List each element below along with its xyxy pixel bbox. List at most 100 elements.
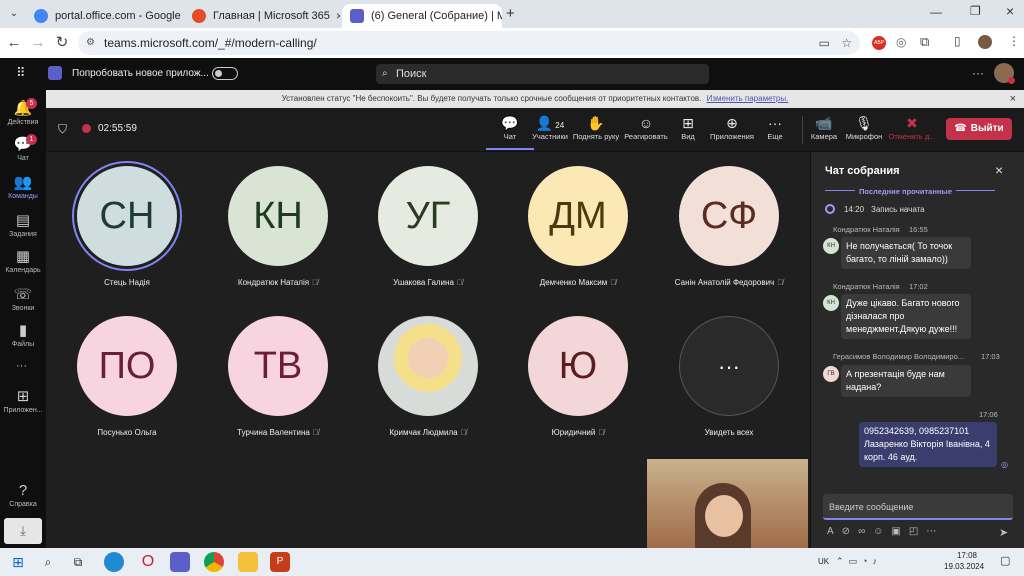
leave-button[interactable]: ☎ Выйти — [946, 118, 1012, 140]
share-button[interactable]: ✖ Отменить д... — [888, 114, 936, 141]
rail-item-files[interactable]: ▮ Файлы — [0, 318, 46, 354]
download-app-icon[interactable]: ⤓ — [4, 518, 42, 544]
app-launcher-icon[interactable]: ⠿ — [16, 65, 26, 81]
chat-message[interactable]: Дуже цікаво. Багато нового дізналася про… — [841, 294, 971, 339]
more-button[interactable]: ··· Еще — [751, 114, 799, 141]
windows-taskbar: ⊞ ⌕ ⧉ O P ⌃▭◔♪ UK 17:08 19.03.2024 ▢ — [0, 548, 1024, 576]
sidebar-icon[interactable]: ▯ — [954, 34, 961, 48]
participant-tile[interactable]: ТВ Турчина Валентина 🎙̸ — [203, 302, 353, 447]
avatar: КН — [228, 166, 328, 266]
participants-button[interactable]: 👤 24 Участники — [526, 114, 574, 141]
search-icon[interactable]: ⌕ — [38, 552, 58, 572]
maximize-button[interactable]: ❐ — [970, 4, 981, 18]
notification-badge: 1 — [26, 134, 37, 145]
rail-item-assignments[interactable]: ▤ Задания — [0, 208, 46, 244]
rail-more-icon[interactable]: ··· — [16, 360, 27, 372]
clock-date[interactable]: 19.03.2024 — [944, 562, 984, 571]
react-button[interactable]: ☺ Реагировать — [622, 114, 670, 141]
gif-icon[interactable]: ▣ — [891, 526, 908, 537]
input-language[interactable]: UK — [818, 557, 829, 566]
rail-item-help[interactable]: ? Справка — [0, 478, 46, 514]
hand-icon: ✋ — [587, 115, 605, 131]
forward-icon[interactable]: → — [28, 33, 48, 53]
mic-muted-icon: 🎙̸ — [456, 278, 463, 287]
minimize-button[interactable]: — — [930, 5, 942, 19]
url-field[interactable]: ⚙ teams.microsoft.com/_#/modern-calling/… — [78, 31, 860, 55]
file-explorer-icon[interactable] — [238, 552, 258, 572]
emoji-icon[interactable]: ☺ — [873, 526, 891, 537]
browser-tab-1[interactable]: portal.office.com - Google Sear × — [26, 4, 182, 28]
tab-search-button[interactable]: ⌄ — [6, 6, 22, 22]
clock-time[interactable]: 17:08 — [952, 551, 982, 560]
back-icon[interactable]: ← — [4, 33, 24, 53]
task-view-icon[interactable]: ⧉ — [68, 552, 88, 572]
loop-icon[interactable]: ∞ — [858, 526, 873, 537]
sticker-icon[interactable]: ◰ — [909, 526, 926, 537]
mic-muted-icon: 🎙̸ — [312, 278, 319, 287]
mic-button[interactable]: 🎙 Микрофон — [840, 114, 888, 141]
mic-muted-icon: 🎙̸ — [598, 428, 605, 437]
bookmark-star-icon[interactable]: ☆ — [841, 31, 852, 55]
search-input[interactable]: ⌕ Поиск — [376, 64, 709, 84]
try-new-teams-toggle[interactable] — [212, 67, 238, 80]
opera-icon[interactable]: O — [138, 552, 158, 572]
participant-tile[interactable]: СФ Санін Анатолій Федорович 🎙̸ — [654, 152, 804, 297]
attach-icon[interactable]: ⊘ — [842, 526, 858, 537]
extension-icon[interactable]: ◎ — [896, 35, 906, 49]
close-chat-icon[interactable]: × — [995, 162, 1003, 178]
rail-item-calendar[interactable]: ▦ Календарь — [0, 244, 46, 280]
edge-icon[interactable] — [104, 552, 124, 572]
windows-start-icon[interactable]: ⊞ — [8, 552, 28, 572]
compose-placeholder: Введите сообщение — [829, 502, 914, 512]
own-chat-message[interactable]: 0952342639, 0985237101 Лазаренко Вікторі… — [859, 422, 997, 467]
format-icon[interactable]: A — [827, 526, 842, 537]
participant-tile[interactable]: ПО Посунько Ольга — [52, 302, 202, 447]
participant-tile[interactable]: КН Кондратюк Наталія 🎙̸ — [203, 152, 353, 297]
more-compose-icon[interactable]: ⋯ — [926, 526, 944, 537]
rail-item-phone[interactable]: ☏ Звонки — [0, 282, 46, 318]
rail-item-teams[interactable]: 👥 Команды — [0, 170, 46, 206]
system-tray-icons[interactable]: ⌃▭◔♪ — [836, 556, 882, 567]
browser-menu-icon[interactable]: ⋮ — [1008, 34, 1020, 48]
profile-avatar[interactable] — [978, 35, 992, 49]
chat-message[interactable]: А презентація буде нам надана? — [841, 365, 971, 397]
compose-box[interactable]: Введите сообщение — [823, 494, 1013, 520]
chrome-icon[interactable] — [204, 552, 224, 572]
browser-address-bar: ← → ↻ ⚙ teams.microsoft.com/_#/modern-ca… — [0, 28, 1024, 58]
participant-name-text: Увидеть всех — [704, 428, 754, 437]
adblock-icon[interactable]: ABP — [872, 36, 886, 50]
close-window-button[interactable]: × — [1006, 3, 1014, 19]
participant-tile[interactable]: УГ Ушакова Галина 🎙̸ — [353, 152, 503, 297]
message-author: Кондратюк Наталія — [833, 282, 900, 291]
apps-button[interactable]: ⊕ Приложения — [708, 114, 756, 141]
view-button[interactable]: ⊞ Вид — [664, 114, 712, 141]
extensions-puzzle-icon[interactable]: ⧉ — [920, 34, 929, 50]
browser-tab-2[interactable]: Главная | Microsoft 365 × — [184, 4, 340, 28]
powerpoint-icon[interactable]: P — [270, 552, 290, 572]
site-info-icon[interactable]: ⚙ — [86, 31, 95, 55]
files-icon: ▮ — [18, 322, 28, 339]
participant-tile[interactable]: СН Стець Надія — [52, 152, 202, 297]
chat-message[interactable]: Не получається( То точок багато, то ліні… — [841, 237, 971, 269]
user-avatar[interactable] — [994, 63, 1015, 84]
participant-tile[interactable]: Ю Юридичний 🎙̸ — [503, 302, 653, 447]
teams-taskbar-icon[interactable] — [170, 552, 190, 572]
more-options-icon[interactable]: ··· — [972, 66, 984, 80]
camera-icon[interactable]: ▭ — [819, 31, 830, 55]
reload-icon[interactable]: ↻ — [52, 33, 72, 53]
rail-item-chat[interactable]: 💬 Чат 1 — [0, 132, 46, 168]
notice-link[interactable]: Изменить параметры. — [707, 94, 789, 103]
new-tab-button[interactable]: + — [506, 5, 515, 22]
send-icon[interactable]: ➤ — [999, 526, 1008, 539]
participant-tile[interactable]: Кримчак Людмила 🎙̸ — [353, 302, 503, 447]
close-tab-icon[interactable]: × — [330, 9, 340, 23]
browser-tab-3[interactable]: (6) General (Собрание) | M ◉ × — [342, 4, 502, 28]
participant-tile[interactable]: ДМ Демченко Максим 🎙̸ — [503, 152, 653, 297]
rail-item-bell[interactable]: 🔔 Действия 5 — [0, 96, 46, 132]
participant-tile[interactable]: ··· Увидеть всех — [654, 302, 804, 447]
raise-hand-button[interactable]: ✋ Поднять руку — [572, 114, 620, 141]
participant-name-text: Турчина Валентина — [237, 428, 310, 437]
rail-item-apps[interactable]: ⊞ Приложен... — [0, 384, 46, 420]
notifications-icon[interactable]: ▢ — [1000, 554, 1010, 567]
close-notice-icon[interactable]: × — [1010, 90, 1016, 108]
